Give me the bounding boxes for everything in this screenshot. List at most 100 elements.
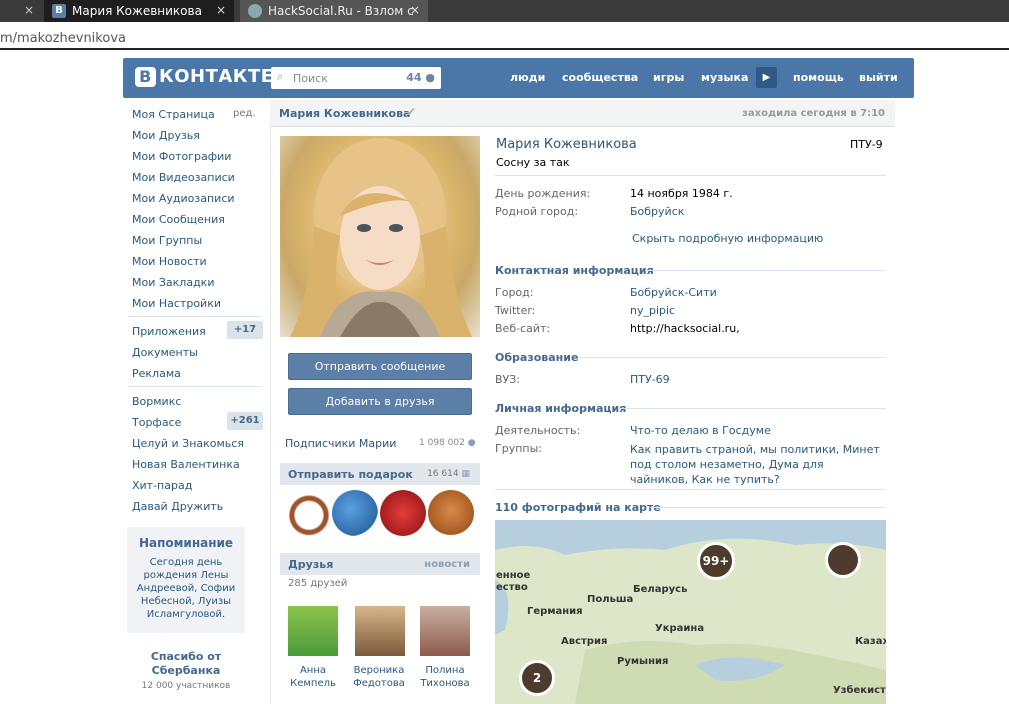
menu-messages[interactable]: Мои Сообщения bbox=[132, 213, 225, 226]
personal-section-title: Личная информация bbox=[495, 402, 627, 415]
menu-ads[interactable]: Реклама bbox=[132, 367, 181, 380]
education-section-title: Образование bbox=[495, 351, 579, 364]
subscribers-count: 1 098 002 ● bbox=[419, 438, 476, 448]
menu-bookmarks[interactable]: Мои Закладки bbox=[132, 276, 214, 289]
menu-friends[interactable]: Мои Друзья bbox=[132, 129, 200, 142]
menu-kiss[interactable]: Целуй и Знакомься bbox=[132, 437, 244, 450]
activity-value[interactable]: Что-то делаю в Госдуме bbox=[630, 424, 771, 437]
menu-settings[interactable]: Мои Настройки bbox=[132, 297, 221, 310]
menu-groups[interactable]: Мои Группы bbox=[132, 234, 202, 247]
address-bar[interactable]: m/makozhevnikova bbox=[0, 28, 1009, 50]
reminder-title: Напоминание bbox=[138, 536, 234, 550]
tab-hacksocial[interactable]: HackSocial.Ru - Взлом с × bbox=[240, 0, 428, 22]
friend-name[interactable]: Анна Кемпель bbox=[278, 664, 348, 690]
city-value[interactable]: Бобруйск-Сити bbox=[630, 286, 717, 299]
reminder-text[interactable]: Сегодня день рождения Лены Андреевой, Со… bbox=[127, 556, 245, 621]
website-value[interactable]: http://hacksocial.ru, bbox=[630, 322, 740, 335]
portrait-illustration bbox=[290, 138, 472, 337]
profile-title-bar: Мария Кожевникова ✔ заходила сегодня в 7… bbox=[270, 100, 895, 127]
gifts-header[interactable]: Отправить подарок 16 614 ▦ bbox=[280, 463, 480, 485]
vk-logo[interactable]: B КОНТАКТЕ bbox=[135, 66, 274, 87]
gift-bear-icon[interactable] bbox=[428, 490, 474, 536]
menu-hitparade[interactable]: Хит-парад bbox=[132, 479, 192, 492]
close-tab-icon[interactable]: × bbox=[216, 3, 226, 17]
profile-photo[interactable] bbox=[280, 136, 480, 337]
profile-status[interactable]: Сосну за так bbox=[496, 156, 570, 169]
divider bbox=[579, 357, 886, 358]
groups-value[interactable]: Как править страной, мы политики, Минет … bbox=[630, 442, 880, 487]
apps-badge[interactable]: +17 bbox=[227, 321, 263, 339]
map-label: Беларусь bbox=[633, 584, 688, 595]
menu-audio[interactable]: Мои Аудиозаписи bbox=[132, 192, 235, 205]
subscribers-link[interactable]: Подписчики Марии bbox=[285, 437, 396, 450]
nav-music[interactable]: музыка bbox=[701, 71, 748, 84]
menu-news[interactable]: Мои Новости bbox=[132, 255, 207, 268]
gift-heart-cake-icon[interactable] bbox=[380, 490, 426, 536]
avatar[interactable] bbox=[288, 606, 338, 656]
divider bbox=[650, 507, 886, 508]
menu-wormix[interactable]: Вормикс bbox=[132, 395, 181, 408]
menu-documents[interactable]: Документы bbox=[132, 346, 198, 359]
friends-header[interactable]: Друзья новости bbox=[280, 553, 480, 575]
city-label: Город: bbox=[495, 286, 534, 299]
play-icon[interactable]: ▶ bbox=[756, 67, 777, 88]
birthday-value: 14 ноября 1984 г. bbox=[630, 187, 733, 200]
menu-my-page[interactable]: Моя Страница bbox=[132, 108, 215, 121]
twitter-value[interactable]: ny_pipic bbox=[630, 304, 675, 317]
twitter-label: Twitter: bbox=[495, 304, 536, 317]
avatar[interactable] bbox=[355, 606, 405, 656]
menu-photos[interactable]: Мои Фотографии bbox=[132, 150, 231, 163]
search-placeholder: Поиск bbox=[293, 72, 328, 85]
close-tab-icon[interactable]: × bbox=[410, 3, 420, 17]
tab-title: HackSocial.Ru - Взлом с bbox=[268, 4, 414, 18]
profile-school[interactable]: ПТУ-9 bbox=[850, 138, 883, 151]
map-photo-marker[interactable] bbox=[825, 542, 861, 578]
tab-maria[interactable]: B Мария Кожевникова × bbox=[44, 0, 234, 22]
map-label: Узбекиста bbox=[833, 685, 886, 696]
add-friend-button[interactable]: Добавить в друзья bbox=[288, 388, 472, 415]
birthday-reminder: Напоминание Сегодня день рождения Лены А… bbox=[127, 527, 245, 633]
map-label: ество bbox=[496, 582, 528, 593]
photo-map[interactable]: енное ество Германия Польша Беларусь Укр… bbox=[495, 520, 886, 704]
friends-news-link[interactable]: новости bbox=[424, 559, 470, 570]
sber-widget[interactable]: Спасибо от Сбербанка 12 000 участников bbox=[127, 650, 245, 691]
edit-link[interactable]: ред. bbox=[233, 108, 256, 119]
avatar[interactable] bbox=[420, 606, 470, 656]
globe-icon bbox=[248, 4, 262, 18]
vk-header: B КОНТАКТЕ ⌕ Поиск 44 ● люди сообщества и… bbox=[123, 58, 914, 98]
birthday-label: День рождения: bbox=[495, 187, 591, 200]
vk-logo-letter: B bbox=[135, 67, 156, 87]
university-label: ВУЗ: bbox=[495, 373, 521, 386]
nav-logout[interactable]: выйти bbox=[859, 71, 898, 84]
sber-title[interactable]: Спасибо от Сбербанка bbox=[127, 650, 245, 678]
nav-help[interactable]: помощь bbox=[793, 71, 844, 84]
vk-logo-text: КОНТАКТЕ bbox=[159, 66, 274, 87]
gift-birds-icon[interactable] bbox=[332, 490, 378, 536]
close-tab-icon[interactable]: × bbox=[24, 3, 34, 17]
gifts-title[interactable]: Отправить подарок bbox=[288, 468, 413, 481]
map-photo-marker[interactable]: 99+ bbox=[697, 542, 735, 580]
games-badge[interactable]: +261 bbox=[227, 412, 263, 430]
gift-coffee-icon[interactable] bbox=[286, 490, 332, 536]
menu-apps[interactable]: Приложения bbox=[132, 325, 206, 338]
search-input[interactable]: ⌕ Поиск 44 ● bbox=[271, 67, 441, 89]
hometown-value[interactable]: Бобруйск bbox=[630, 205, 684, 218]
nav-communities[interactable]: сообщества bbox=[562, 71, 638, 84]
hide-details-link[interactable]: Скрыть подробную информацию bbox=[632, 232, 823, 245]
friend-name[interactable]: Вероника Федотова bbox=[344, 664, 414, 690]
verified-check-icon: ✔ bbox=[406, 105, 417, 119]
menu-videos[interactable]: Мои Видеозаписи bbox=[132, 171, 235, 184]
friend-name[interactable]: Полина Тихонова bbox=[410, 664, 480, 690]
friends-title[interactable]: Друзья bbox=[288, 558, 333, 571]
map-section-title[interactable]: 110 фотографий на карте bbox=[495, 501, 661, 514]
nav-games[interactable]: игры bbox=[653, 71, 684, 84]
online-count: 44 ● bbox=[406, 71, 435, 84]
university-value[interactable]: ПТУ-69 bbox=[630, 373, 670, 386]
nav-people[interactable]: люди bbox=[510, 71, 545, 84]
menu-valentine[interactable]: Новая Валентинка bbox=[132, 458, 240, 471]
groups-label: Группы: bbox=[495, 442, 542, 455]
menu-torface[interactable]: Торфасе bbox=[132, 416, 181, 429]
send-message-button[interactable]: Отправить сообщение bbox=[288, 353, 472, 380]
map-photo-marker[interactable]: 2 bbox=[519, 660, 555, 696]
menu-be-friends[interactable]: Давай Дружить bbox=[132, 500, 223, 513]
